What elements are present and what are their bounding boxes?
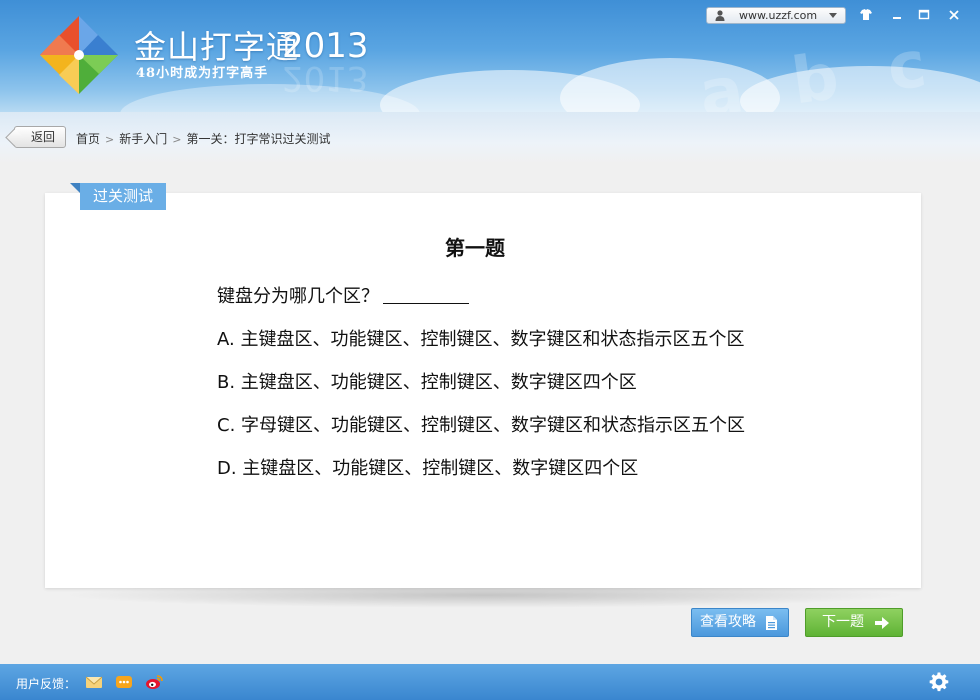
view-guide-button[interactable]: 查看攻略: [691, 608, 789, 637]
option-a[interactable]: A. 主键盘区、功能键区、控制键区、数字键区和状态指示区五个区: [217, 325, 744, 351]
app-header: a b c 金山打字通 2013 2013 48小时成为打字高手 www.uzz…: [0, 0, 980, 112]
next-question-button[interactable]: 下一题: [805, 608, 903, 637]
close-icon: [949, 10, 959, 20]
brand-year-reflection: 2013: [282, 58, 369, 98]
view-guide-label: 查看攻略: [700, 614, 756, 630]
next-question-label: 下一题: [822, 614, 864, 630]
chevron-down-icon: [829, 13, 837, 18]
breadcrumb-beginner[interactable]: 新手入门: [119, 132, 167, 146]
option-b[interactable]: B. 主键盘区、功能键区、控制键区、数字键区四个区: [217, 368, 637, 394]
breadcrumb-home[interactable]: 首页: [76, 132, 100, 146]
maximize-icon: [918, 9, 930, 20]
envelope-icon[interactable]: [85, 674, 103, 690]
chat-icon[interactable]: [115, 674, 133, 690]
breadcrumb-separator: >: [172, 133, 182, 146]
close-button[interactable]: [944, 6, 964, 24]
skin-button[interactable]: [856, 6, 876, 24]
option-d[interactable]: D. 主键盘区、功能键区、控制键区、数字键区四个区: [217, 454, 638, 480]
user-icon: [715, 10, 725, 21]
breadcrumb-bar: 返回 首页 > 新手入门 > 第一关：打字常识过关测试: [0, 112, 980, 164]
breadcrumb-current: 第一关：打字常识过关测试: [186, 132, 331, 146]
status-bar: 用户反馈：: [0, 664, 980, 700]
quiz-tab-label: 过关测试: [80, 183, 166, 210]
feedback-label: 用户反馈：: [16, 677, 77, 691]
minimize-button[interactable]: [887, 6, 907, 24]
account-url: www.uzzf.com: [739, 9, 818, 22]
maximize-button[interactable]: [914, 6, 934, 24]
arrow-right-icon: [875, 617, 889, 629]
cloud-decoration: [120, 84, 420, 112]
tab-fold: [70, 183, 80, 193]
option-c[interactable]: C. 字母键区、功能键区、控制键区、数字键区和状态指示区五个区: [217, 411, 745, 437]
question-title: 第一题: [445, 236, 505, 260]
shirt-icon: [860, 9, 872, 20]
document-icon: [766, 616, 777, 630]
back-button[interactable]: 返回: [14, 126, 66, 148]
minimize-icon: [893, 17, 901, 19]
weibo-icon[interactable]: [145, 674, 163, 690]
account-dropdown[interactable]: www.uzzf.com: [706, 7, 846, 24]
breadcrumb: 首页 > 新手入门 > 第一关：打字常识过关测试: [76, 130, 330, 147]
question-text: 键盘分为哪几个区？: [217, 282, 469, 308]
answer-blank: [383, 286, 469, 304]
question-prompt: 键盘分为哪几个区？: [217, 286, 379, 307]
brand-slogan: 48小时成为打字高手: [136, 66, 269, 81]
gear-icon[interactable]: [929, 672, 949, 692]
keycap-decoration: a b c: [694, 25, 944, 112]
logo-pinwheel-icon: [40, 16, 118, 94]
breadcrumb-separator: >: [105, 133, 115, 146]
